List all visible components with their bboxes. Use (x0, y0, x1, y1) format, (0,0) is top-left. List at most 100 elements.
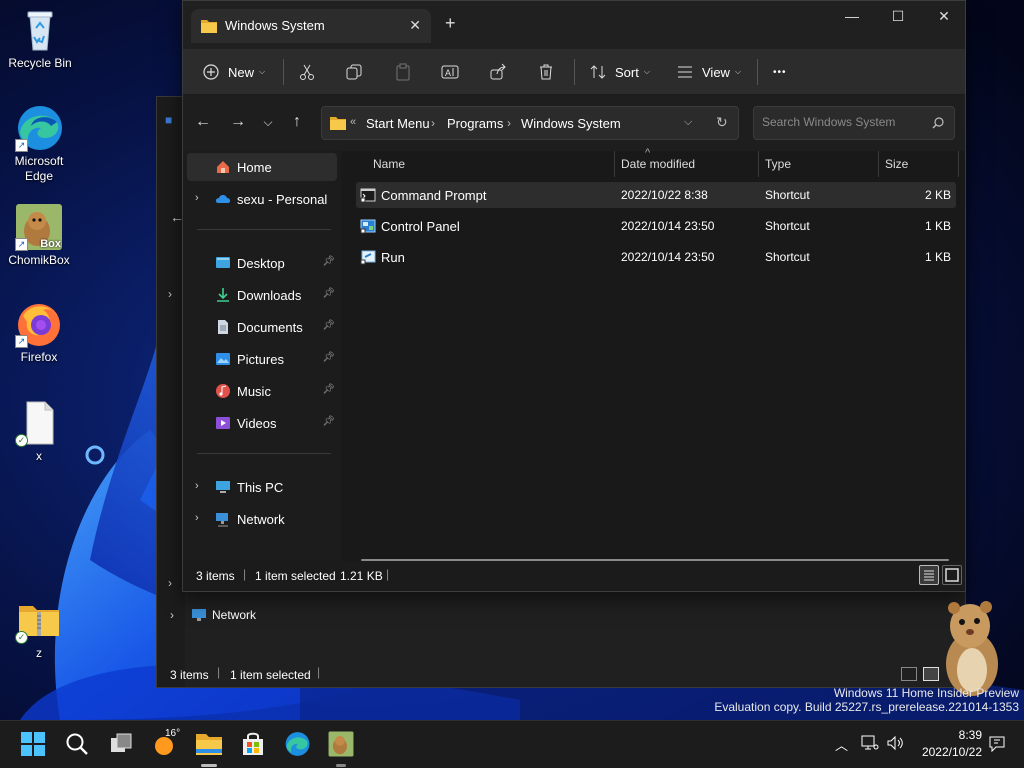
nav-item-this-pc[interactable]: › This PC (187, 473, 337, 501)
details-view-icon[interactable] (901, 667, 917, 681)
tiles-view-button[interactable] (942, 565, 962, 585)
new-button[interactable]: New ⌵ (203, 57, 265, 87)
nav-item-home[interactable]: Home (187, 153, 337, 181)
tiles-view-icon[interactable] (923, 667, 939, 681)
nav-item-onedrive[interactable]: › sexu - Personal (187, 185, 337, 213)
address-bar[interactable]: « Start Menu › Programs › Windows System… (321, 106, 739, 140)
column-header-size[interactable]: Size (885, 156, 908, 182)
column-header-date[interactable]: Date modified (621, 156, 695, 182)
up-button[interactable]: ↑ (285, 111, 309, 135)
nav-item-videos[interactable]: Videos 📌︎ (187, 409, 337, 437)
taskbar-file-explorer[interactable] (195, 731, 223, 759)
windows-logo-icon (21, 732, 45, 756)
desktop-icon-chomikbox[interactable]: Box ↗ ChomikBox (1, 203, 77, 268)
network-status-icon[interactable] (861, 735, 879, 754)
cloud-icon (215, 195, 231, 203)
view-icon (678, 66, 692, 78)
breadcrumb-overflow[interactable]: « (350, 116, 356, 128)
file-explorer-window[interactable]: Windows System ✕ + — ☐ ✕ New ⌵ A Sort ⌵ … (182, 0, 966, 592)
desktop-icon-zip-z[interactable]: ✓ z (1, 596, 77, 661)
pin-icon[interactable]: 📌︎ (322, 320, 335, 331)
see-more-button[interactable]: ••• (773, 57, 787, 87)
file-size: 1 KB (924, 250, 951, 264)
file-row-run[interactable]: Run 2022/10/14 23:50 Shortcut 1 KB (356, 244, 956, 270)
task-view-icon (111, 733, 132, 752)
desktop-icon-file-x[interactable]: ✓ x (1, 399, 77, 464)
nav-divider (197, 229, 331, 230)
paste-button[interactable] (394, 57, 412, 87)
store-icon (243, 732, 263, 755)
nav-item-pictures[interactable]: Pictures 📌︎ (187, 345, 337, 373)
rename-button[interactable]: A (441, 57, 459, 87)
chevron-right-icon[interactable]: › (195, 512, 199, 524)
show-hidden-icons-chevron-up-icon[interactable]: ︿ (835, 735, 848, 754)
forward-button[interactable]: → (226, 111, 250, 135)
column-divider[interactable] (958, 151, 959, 177)
refresh-icon[interactable]: ↻ (716, 114, 728, 131)
minimize-button[interactable]: — (829, 1, 875, 33)
copy-button[interactable] (345, 57, 363, 87)
background-nav-network[interactable]: Network (212, 608, 256, 622)
clock-date[interactable]: 2022/10/22 (900, 745, 982, 759)
new-tab-button[interactable]: + (445, 13, 456, 34)
breadcrumb-start-menu[interactable]: Start Menu (366, 116, 430, 131)
pin-icon[interactable]: 📌︎ (322, 352, 335, 363)
sort-button[interactable]: Sort ⌵ (589, 57, 650, 87)
title-bar[interactable]: Windows System ✕ + — ☐ ✕ (183, 1, 965, 49)
taskbar-store[interactable] (240, 731, 268, 759)
watermark-edition: Windows 11 Home Insider Preview (833, 686, 1019, 700)
task-view-button[interactable] (108, 731, 136, 759)
notification-icon[interactable] (988, 735, 1006, 756)
evaluation-watermark: Windows 11 Home Insider Preview Evaluati… (714, 686, 1019, 714)
nav-item-downloads[interactable]: Downloads 📌︎ (187, 281, 337, 309)
chevron-right-icon[interactable]: › (195, 480, 199, 492)
breadcrumb-programs[interactable]: Programs (447, 116, 503, 131)
picture-icon (216, 353, 230, 365)
column-divider[interactable] (878, 151, 879, 177)
pin-icon[interactable]: 📌︎ (322, 416, 335, 427)
status-item-count: 3 items (170, 668, 209, 682)
tab-windows-system[interactable]: Windows System ✕ (191, 9, 431, 43)
share-button[interactable] (489, 57, 507, 87)
start-button[interactable] (20, 731, 48, 759)
search-input[interactable] (762, 115, 922, 129)
column-header-name[interactable]: Name (373, 156, 405, 182)
column-header-type[interactable]: Type (765, 156, 791, 182)
file-row-control-panel[interactable]: Control Panel 2022/10/14 23:50 Shortcut … (356, 213, 956, 239)
delete-button[interactable] (537, 57, 555, 87)
details-view-button[interactable] (919, 565, 939, 585)
nav-item-network[interactable]: › Network (187, 505, 337, 533)
chevron-right-icon[interactable]: › (195, 192, 199, 204)
file-row-command-prompt[interactable]: Command Prompt 2022/10/22 8:38 Shortcut … (356, 182, 956, 208)
clock-time[interactable]: 8:39 (900, 728, 982, 742)
chevron-right-icon[interactable]: › (168, 287, 172, 301)
nav-item-music[interactable]: Music 📌︎ (187, 377, 337, 405)
taskbar-edge[interactable] (284, 731, 312, 759)
close-button[interactable]: ✕ (921, 1, 967, 33)
chevron-down-icon[interactable]: ⌵ (684, 116, 692, 129)
breadcrumb-windows-system[interactable]: Windows System (521, 116, 621, 131)
cut-button[interactable] (298, 57, 316, 87)
pin-icon[interactable]: 📌︎ (322, 256, 335, 267)
pin-icon[interactable]: 📌︎ (322, 384, 335, 395)
taskbar-chomikbox[interactable] (328, 731, 356, 759)
nav-item-documents[interactable]: Documents 📌︎ (187, 313, 337, 341)
view-button[interactable]: View ⌵ (676, 57, 741, 87)
close-tab-icon[interactable]: ✕ (409, 17, 421, 34)
weather-widget-button[interactable]: 16° (152, 728, 180, 759)
back-button[interactable]: ← (191, 111, 215, 135)
column-divider[interactable] (614, 151, 615, 177)
desktop-icon-edge[interactable]: ↗ Microsoft Edge (1, 104, 77, 184)
search-box[interactable] (753, 106, 955, 140)
recent-locations-button[interactable]: ⌵ (256, 111, 280, 135)
desktop-icon-firefox[interactable]: ↗ Firefox (1, 300, 77, 365)
desktop-icon-recycle-bin[interactable]: Recycle Bin (2, 6, 78, 71)
pin-icon[interactable]: 📌︎ (322, 288, 335, 299)
chevron-right-icon[interactable]: › (170, 608, 174, 622)
search-button[interactable] (64, 731, 92, 759)
column-divider[interactable] (758, 151, 759, 177)
chevron-right-icon[interactable]: › (168, 576, 172, 590)
nav-item-desktop[interactable]: Desktop 📌︎ (187, 249, 337, 277)
run-icon (360, 250, 376, 265)
maximize-button[interactable]: ☐ (875, 1, 921, 33)
